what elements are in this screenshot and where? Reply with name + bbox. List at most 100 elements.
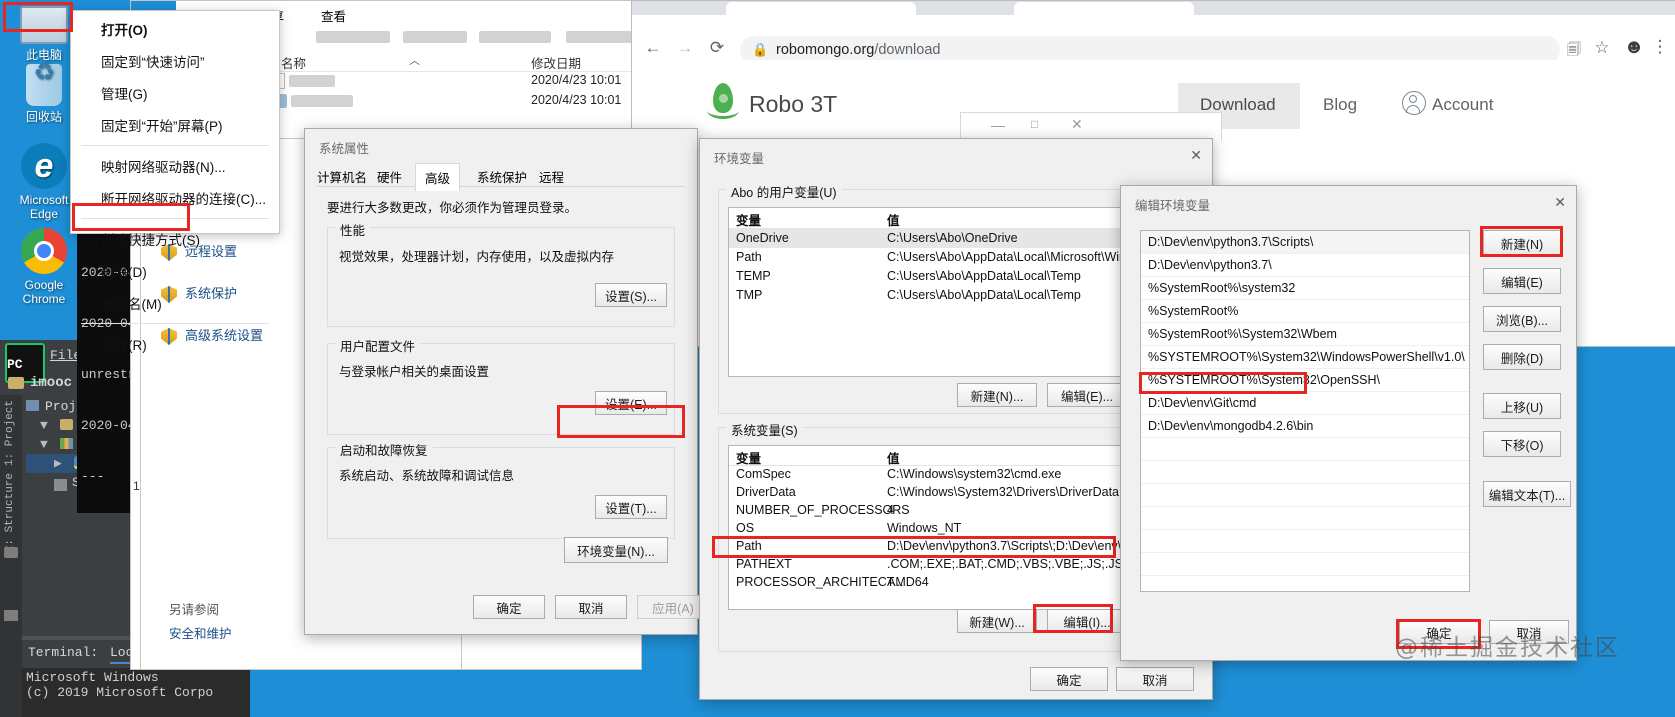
column-name[interactable]: 名称 (281, 53, 306, 72)
path-move-down-button[interactable]: 下移(O) (1483, 431, 1561, 457)
tool-window-structure[interactable]: 2: Structure (4, 473, 16, 552)
user-profiles-settings-button[interactable]: 设置(E)... (595, 391, 667, 415)
list-item[interactable]: DriverData C:\Windows\System32\Drivers\D… (729, 484, 1183, 502)
system-new-button[interactable]: 新建(W)... (957, 609, 1037, 633)
arrow-right-icon[interactable]: → (672, 38, 698, 58)
column-date[interactable]: 修改日期 (531, 53, 581, 72)
path-entry[interactable]: %SYSTEMROOT%\System32\OpenSSH\ (1141, 369, 1469, 392)
explorer-addressbar-blurred[interactable] (316, 31, 390, 43)
context-menu-item-rename[interactable]: 重命名(M) (71, 287, 279, 319)
lock-icon[interactable]: 🔒 (752, 42, 768, 58)
browser-tab[interactable] (726, 2, 916, 15)
browser-tab[interactable] (1014, 2, 1194, 15)
close-icon[interactable]: ✕ (1554, 194, 1566, 211)
context-menu-item-pin-quick-access[interactable]: 固定到“快速访问” (71, 45, 279, 77)
context-menu-item-disconnect-drive[interactable]: 断开网络驱动器的连接(C)... (71, 182, 279, 214)
nav-item-blog[interactable]: Blog (1323, 95, 1357, 115)
list-item[interactable]: NUMBER_OF_PROCESSORS 4 (729, 502, 1183, 520)
user-new-button[interactable]: 新建(N)... (957, 383, 1037, 407)
reload-icon[interactable]: ⟳ (704, 38, 730, 58)
context-menu-item-manage[interactable]: 管理(G) (71, 77, 279, 109)
column-value[interactable]: 值 (887, 210, 900, 229)
chevron-right-icon[interactable]: ▶ (54, 456, 62, 471)
tab-remote[interactable]: 远程 (539, 167, 564, 186)
tab-advanced[interactable]: 高级 (415, 163, 461, 191)
terminal-output[interactable]: Microsoft Windows (c) 2019 Microsoft Cor… (22, 668, 250, 717)
env-cancel-button[interactable]: 取消 (1116, 667, 1194, 691)
account-icon[interactable] (1402, 91, 1426, 115)
explorer-addressbar-blurred[interactable] (479, 31, 551, 43)
list-item[interactable]: PROCESSOR_ARCHITECT... AMD64 (729, 574, 1183, 592)
path-entry-empty[interactable] (1141, 484, 1469, 507)
edit-environment-variable-dialog[interactable]: 编辑环境变量 ✕ D:\Dev\env\python3.7\Scripts\ D… (1120, 185, 1577, 661)
list-item[interactable]: TMP C:\Users\Abo\AppData\Local\Temp (729, 286, 1183, 305)
path-entry[interactable]: %SystemRoot% (1141, 300, 1469, 323)
system-edit-button[interactable]: 编辑(I)... (1047, 609, 1127, 633)
profile-icon[interactable]: ☻ (1622, 36, 1646, 59)
env-ok-button[interactable]: 确定 (1030, 667, 1108, 691)
chevron-down-icon[interactable]: ▼ (40, 418, 48, 433)
path-new-button[interactable]: 新建(N) (1483, 230, 1561, 256)
list-item[interactable]: TEMP C:\Users\Abo\AppData\Local\Temp (729, 267, 1183, 286)
path-entry-empty[interactable] (1141, 461, 1469, 484)
edit-text-button[interactable]: 编辑文本(T)... (1483, 481, 1571, 507)
close-icon[interactable]: ✕ (1071, 116, 1083, 133)
path-entry-empty[interactable] (1141, 507, 1469, 530)
list-item[interactable]: Path C:\Users\Abo\AppData\Local\Microsof… (729, 248, 1183, 267)
path-entry[interactable]: D:\Dev\env\python3.7\ (1141, 254, 1469, 277)
close-icon[interactable]: ✕ (1190, 147, 1202, 164)
user-variables-list[interactable]: 变量 值 OneDrive C:\Users\Abo\OneDrive Path… (728, 207, 1184, 377)
list-item[interactable]: PATHEXT .COM;.EXE;.BAT;.CMD;.VBS;.VBE;.J… (729, 556, 1183, 574)
column-variable[interactable]: 变量 (736, 210, 761, 229)
star-icon[interactable]: ☆ (1590, 38, 1614, 58)
nav-item-account[interactable]: Account (1432, 95, 1493, 115)
path-entry[interactable]: D:\Dev\env\Git\cmd (1141, 392, 1469, 415)
context-menu-item-delete[interactable]: 删除(D) (71, 255, 279, 287)
explorer-addressbar-blurred[interactable] (403, 31, 467, 43)
kebab-menu-icon[interactable]: ⋮ (1650, 37, 1670, 57)
pycharm-project-breadcrumb[interactable]: imooc (8, 375, 72, 391)
context-menu-item-pin-start[interactable]: 固定到“开始”屏幕(P) (71, 109, 279, 141)
explorer-addressbar-blurred[interactable] (566, 31, 636, 43)
maximize-icon[interactable]: □ (1031, 117, 1038, 131)
context-menu-item-properties[interactable]: 属性(R) (71, 328, 279, 360)
path-entry-empty[interactable] (1141, 530, 1469, 553)
startup-recovery-settings-button[interactable]: 设置(T)... (595, 495, 667, 519)
context-menu-item-open[interactable]: 打开(O) (71, 11, 279, 45)
path-browse-button[interactable]: 浏览(B)... (1483, 306, 1561, 332)
see-also-link[interactable]: 安全和维护 (169, 623, 232, 642)
path-entry[interactable]: %SystemRoot%\System32\Wbem (1141, 323, 1469, 346)
context-menu[interactable]: 打开(O) 固定到“快速访问” 管理(G) 固定到“开始”屏幕(P) 映射网络驱… (70, 10, 280, 353)
explorer-tab-view[interactable]: 查看 (311, 1, 356, 30)
path-entry[interactable]: %SystemRoot%\system32 (1141, 277, 1469, 300)
path-entry[interactable]: D:\Dev\env\mongodb4.2.6\bin (1141, 415, 1469, 438)
list-item[interactable]: Path D:\Dev\env\python3.7\Scripts\;D:\De… (729, 538, 1183, 556)
context-menu-item-map-network-drive[interactable]: 映射网络驱动器(N)... (71, 150, 279, 182)
chevron-down-icon[interactable]: ▼ (40, 437, 48, 452)
system-properties-dialog[interactable]: 系统属性 计算机名 硬件 高级 系统保护 远程 要进行大多数更改，你必须作为管理… (304, 128, 709, 635)
path-entry[interactable]: %SYSTEMROOT%\System32\WindowsPowerShell\… (1141, 346, 1469, 369)
tool-window-project[interactable]: 1: Project (4, 400, 16, 466)
user-edit-button[interactable]: 编辑(E)... (1047, 383, 1127, 407)
system-variables-list[interactable]: 变量 值 ComSpec C:\Windows\system32\cmd.exe… (728, 445, 1184, 610)
arrow-left-icon[interactable]: ← (640, 38, 666, 58)
path-entry-empty[interactable] (1141, 438, 1469, 461)
ok-button[interactable]: 确定 (473, 595, 545, 619)
performance-settings-button[interactable]: 设置(S)... (595, 283, 667, 307)
environment-variables-button[interactable]: 环境变量(N)... (564, 537, 668, 563)
path-entry-empty[interactable] (1141, 553, 1469, 576)
list-item[interactable]: ComSpec C:\Windows\system32\cmd.exe (729, 466, 1183, 484)
cancel-button[interactable]: 取消 (555, 595, 627, 619)
list-item[interactable]: OS Windows_NT (729, 520, 1183, 538)
minimize-icon[interactable]: — (991, 117, 1005, 133)
tab-hardware[interactable]: 硬件 (377, 167, 402, 186)
context-menu-item-create-shortcut[interactable]: 创建快捷方式(S) (71, 223, 279, 255)
column-value[interactable]: 值 (887, 448, 900, 467)
path-edit-button[interactable]: 编辑(E) (1483, 268, 1561, 294)
path-entry[interactable]: D:\Dev\env\python3.7\Scripts\ (1141, 231, 1469, 254)
column-variable[interactable]: 变量 (736, 448, 761, 467)
list-item[interactable]: OneDrive C:\Users\Abo\OneDrive (729, 229, 1183, 248)
path-delete-button[interactable]: 删除(D) (1483, 344, 1561, 370)
tab-computer-name[interactable]: 计算机名 (317, 167, 367, 186)
chrome-tab-strip[interactable] (632, 1, 1675, 15)
